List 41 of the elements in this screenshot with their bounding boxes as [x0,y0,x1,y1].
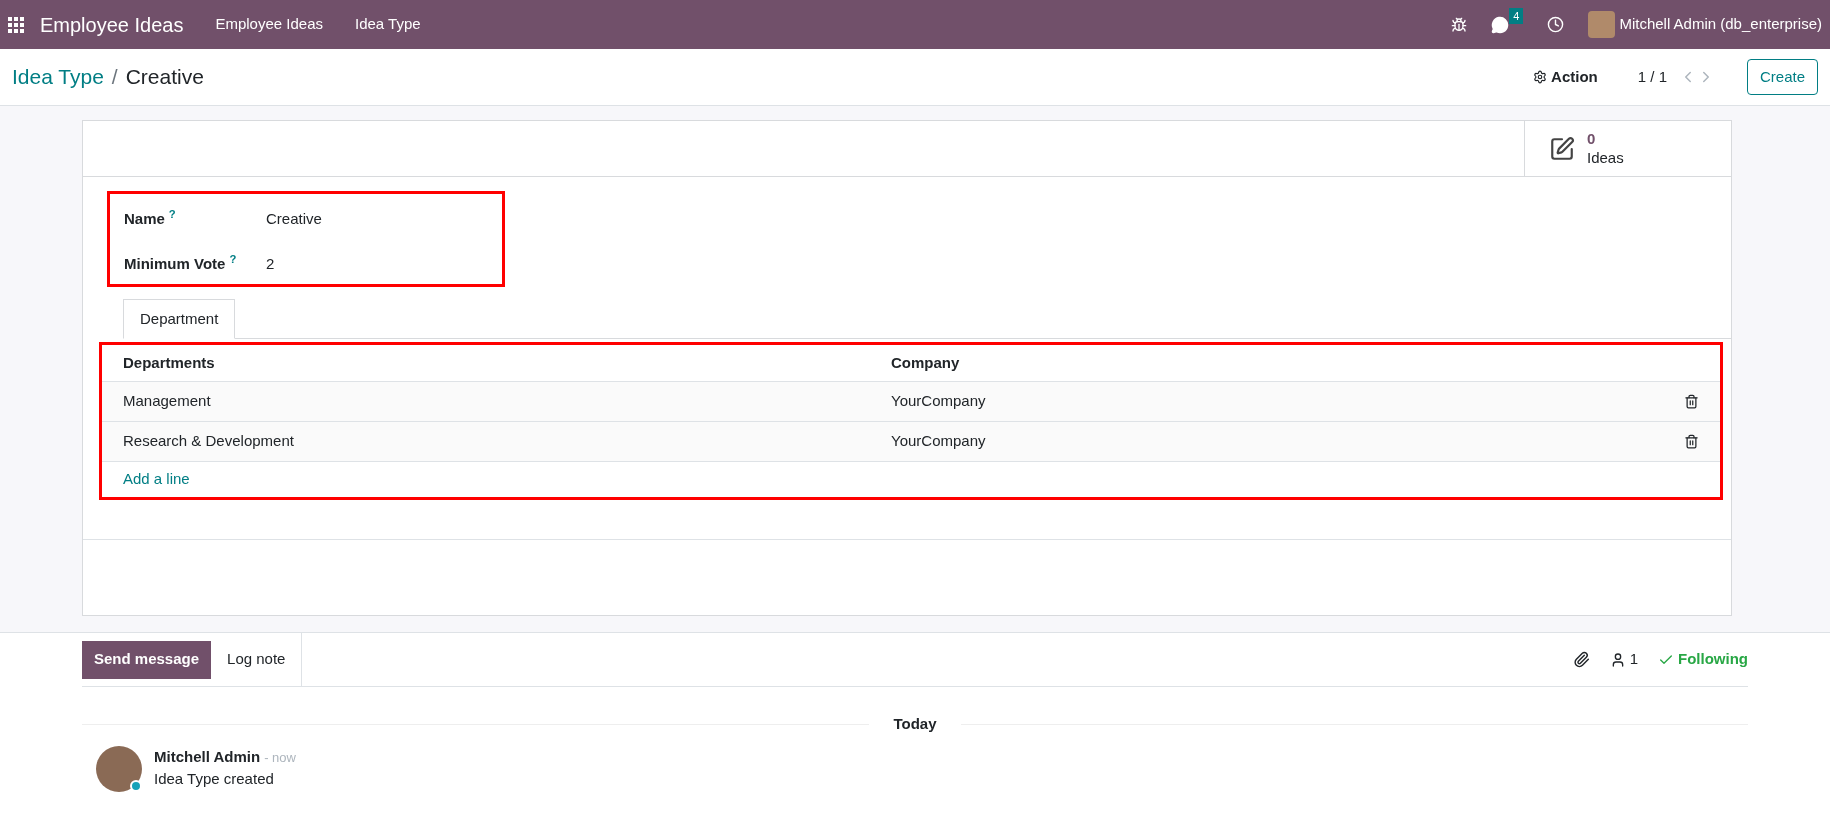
table-cell-text: YourCompany [891,431,986,452]
user-name[interactable]: Mitchell Admin (db_enterprise) [1619,13,1822,36]
breadcrumb-separator: / [111,64,118,91]
create-button[interactable]: Create [1746,58,1818,96]
add-line-link[interactable]: Add a line [123,468,190,491]
message-time: - now [264,748,296,767]
action-button[interactable]: Action [1533,65,1598,89]
field-label: Name $^{?}$ [124,208,177,229]
ideas-smart-button[interactable]: 0 Ideas [1524,121,1731,176]
column-header: Company [891,352,960,373]
delete-icon[interactable] [1684,394,1699,409]
menu-item[interactable]: Employee Ideas [215,13,323,36]
message-count-badge: 4 [1509,7,1524,24]
app-title[interactable]: Employee Ideas [40,9,184,40]
breadcrumb-current: Creative [125,64,204,91]
notebook-tab[interactable]: Department [123,299,236,339]
activity-icon[interactable] [1547,16,1565,33]
edit-icon [1549,135,1575,162]
debug-icon[interactable] [1451,16,1468,33]
followers-button[interactable]: 1 [1609,648,1638,671]
log-note-button[interactable]: Log note [211,632,303,687]
table-cell-text: Management [123,391,212,412]
message-body: Idea Type created [154,769,275,789]
field-label: Minimum Vote $^{?}$ [124,252,238,274]
breadcrumb-link[interactable]: Idea Type [12,61,104,93]
field-value[interactable]: 2 [266,252,275,275]
menu-item[interactable]: Idea Type [355,13,421,36]
attachment-icon[interactable] [1572,651,1590,668]
message-author: Mitchell Admin [154,746,261,767]
pager-value: 1 / 1 [1637,66,1667,87]
chat-icon[interactable] [1491,15,1510,34]
gear-icon [1533,70,1548,84]
column-header: Departments [123,352,216,373]
table-cell-text: YourCompany [891,391,986,412]
apps-menu-icon[interactable] [8,16,24,33]
table-cell-text: Research & Development [123,431,295,452]
date-separator: Today [892,714,938,734]
delete-icon[interactable] [1684,434,1699,449]
send-message-button[interactable]: Send message [82,640,212,679]
avatar-icon [96,745,142,792]
field-value[interactable]: Creative [266,208,322,231]
